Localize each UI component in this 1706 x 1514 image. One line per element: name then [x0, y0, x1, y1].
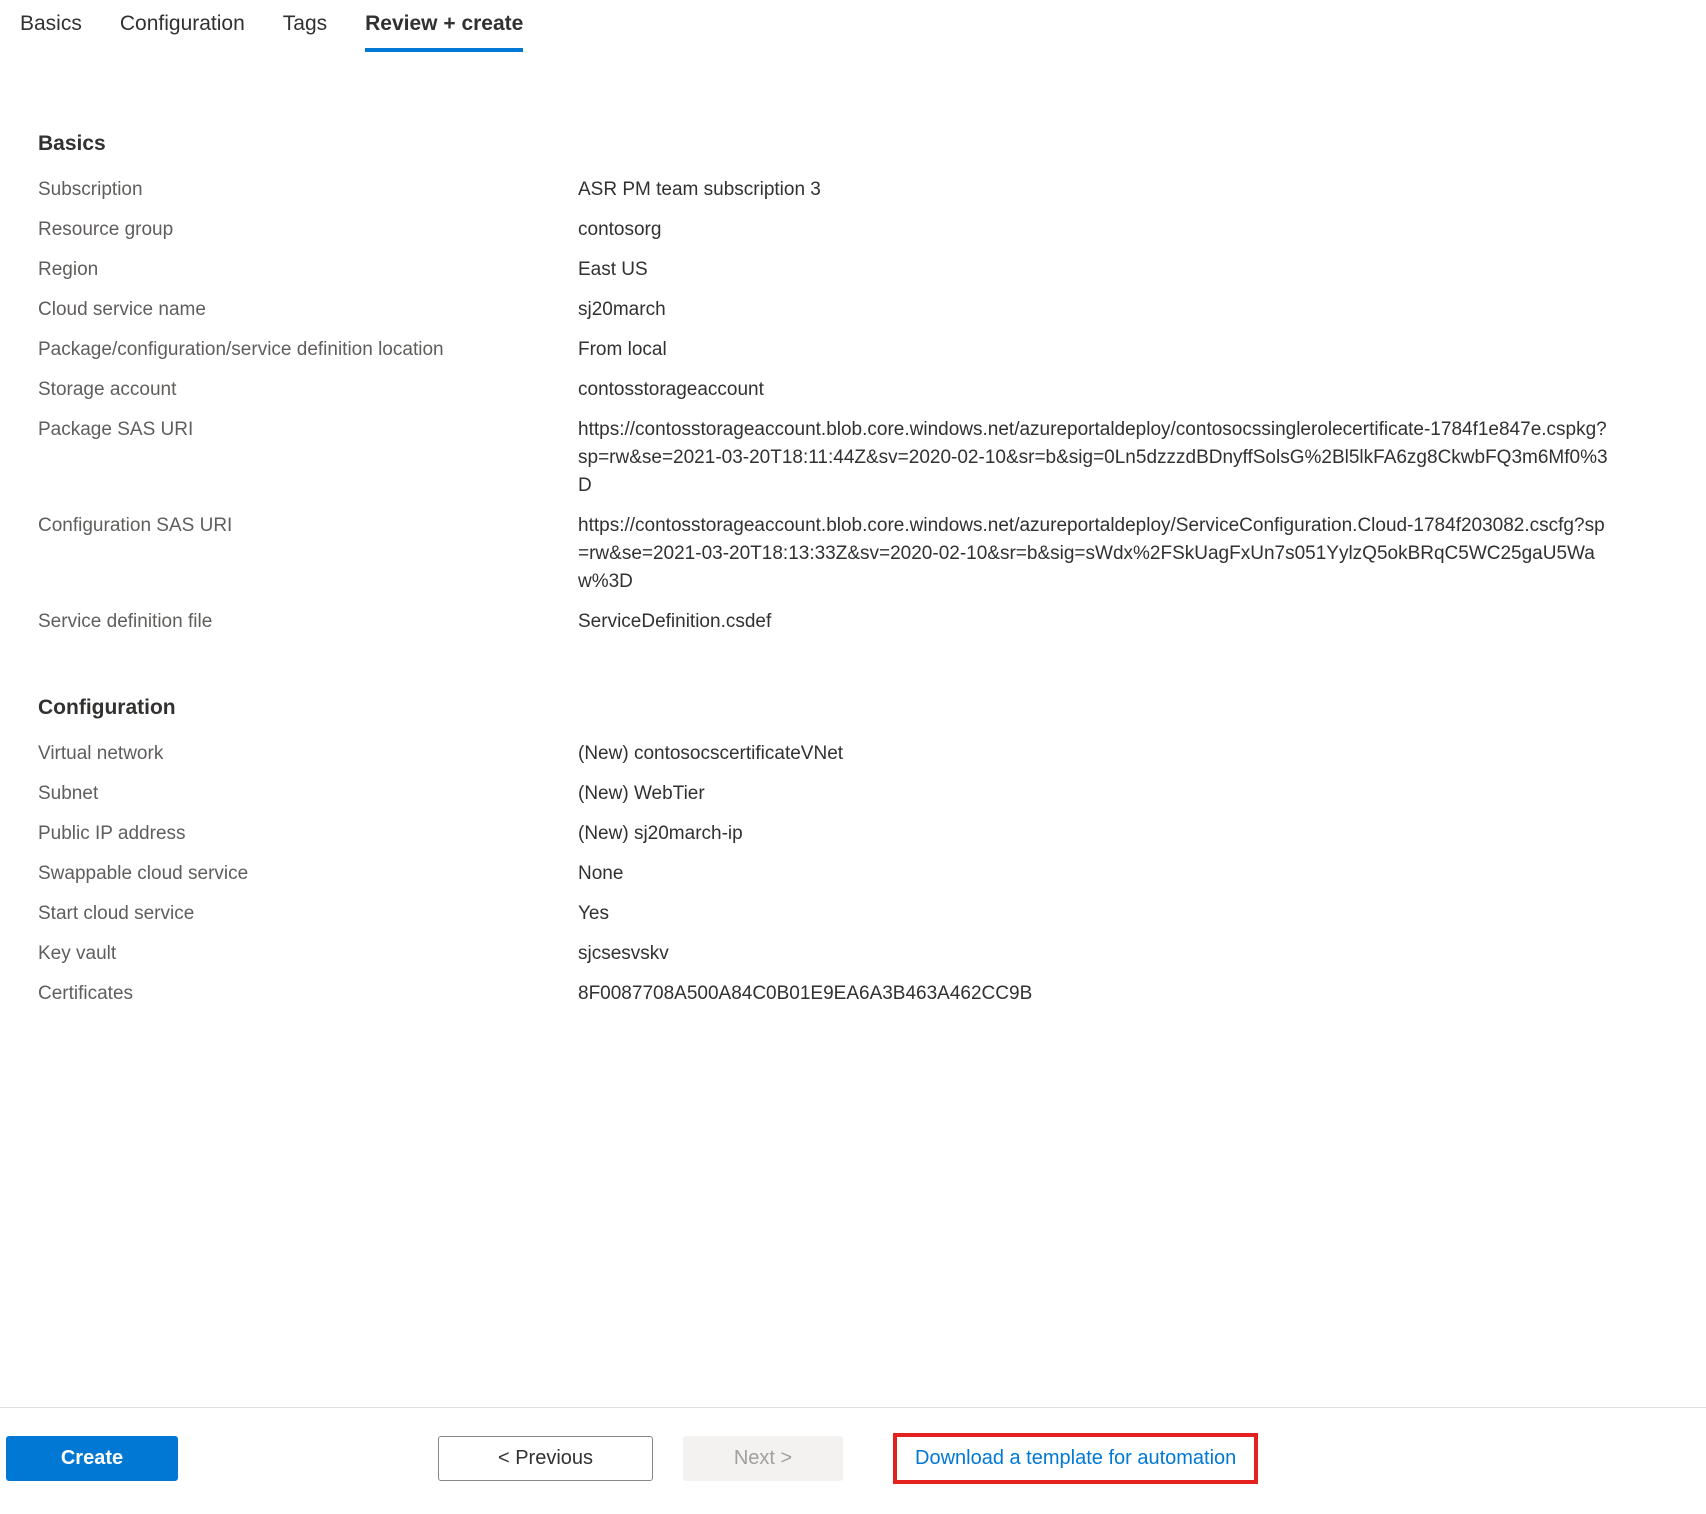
value-key-vault: sjcsesvskv: [578, 940, 1668, 968]
label-resource-group: Resource group: [38, 216, 578, 244]
value-subscription: ASR PM team subscription 3: [578, 176, 1668, 204]
label-key-vault: Key vault: [38, 940, 578, 968]
label-storage-account: Storage account: [38, 376, 578, 404]
footer-bar: Create < Previous Next > Download a temp…: [0, 1407, 1706, 1514]
row-start-service: Start cloud service Yes: [38, 900, 1668, 928]
tab-tags[interactable]: Tags: [283, 12, 327, 52]
row-package-sas-uri: Package SAS URI https://contosstorageacc…: [38, 416, 1668, 500]
value-resource-group: contosorg: [578, 216, 1668, 244]
value-subnet: (New) WebTier: [578, 780, 1668, 808]
value-storage-account: contosstorageaccount: [578, 376, 1668, 404]
label-subnet: Subnet: [38, 780, 578, 808]
label-package-location: Package/configuration/service definition…: [38, 336, 578, 364]
tab-configuration[interactable]: Configuration: [120, 12, 245, 52]
label-swappable: Swappable cloud service: [38, 860, 578, 888]
label-start-service: Start cloud service: [38, 900, 578, 928]
row-virtual-network: Virtual network (New) contosocscertifica…: [38, 740, 1668, 768]
previous-button[interactable]: < Previous: [438, 1436, 653, 1481]
row-key-vault: Key vault sjcsesvskv: [38, 940, 1668, 968]
tab-basics[interactable]: Basics: [20, 12, 82, 52]
label-cloud-service-name: Cloud service name: [38, 296, 578, 324]
value-package-location: From local: [578, 336, 1668, 364]
value-certificates: 8F0087708A500A84C0B01E9EA6A3B463A462CC9B: [578, 980, 1668, 1008]
label-package-sas-uri: Package SAS URI: [38, 416, 578, 444]
row-storage-account: Storage account contosstorageaccount: [38, 376, 1668, 404]
row-resource-group: Resource group contosorg: [38, 216, 1668, 244]
label-certificates: Certificates: [38, 980, 578, 1008]
row-public-ip: Public IP address (New) sj20march-ip: [38, 820, 1668, 848]
row-region: Region East US: [38, 256, 1668, 284]
row-service-definition-file: Service definition file ServiceDefinitio…: [38, 608, 1668, 636]
value-cloud-service-name: sj20march: [578, 296, 1668, 324]
download-template-link[interactable]: Download a template for automation: [893, 1433, 1258, 1484]
label-virtual-network: Virtual network: [38, 740, 578, 768]
value-swappable: None: [578, 860, 1668, 888]
value-public-ip: (New) sj20march-ip: [578, 820, 1668, 848]
section-title-configuration: Configuration: [38, 696, 1668, 720]
value-package-sas-uri: https://contosstorageaccount.blob.core.w…: [578, 416, 1668, 500]
tab-review-create[interactable]: Review + create: [365, 12, 523, 52]
create-button[interactable]: Create: [6, 1436, 178, 1481]
row-package-location: Package/configuration/service definition…: [38, 336, 1668, 364]
content-area: Basics Subscription ASR PM team subscrip…: [0, 52, 1706, 1040]
value-region: East US: [578, 256, 1668, 284]
row-subnet: Subnet (New) WebTier: [38, 780, 1668, 808]
label-service-definition-file: Service definition file: [38, 608, 578, 636]
label-region: Region: [38, 256, 578, 284]
label-public-ip: Public IP address: [38, 820, 578, 848]
row-subscription: Subscription ASR PM team subscription 3: [38, 176, 1668, 204]
value-service-definition-file: ServiceDefinition.csdef: [578, 608, 1668, 636]
value-virtual-network: (New) contosocscertificateVNet: [578, 740, 1668, 768]
section-title-basics: Basics: [38, 132, 1668, 156]
value-config-sas-uri: https://contosstorageaccount.blob.core.w…: [578, 512, 1668, 596]
row-cloud-service-name: Cloud service name sj20march: [38, 296, 1668, 324]
row-certificates: Certificates 8F0087708A500A84C0B01E9EA6A…: [38, 980, 1668, 1008]
label-subscription: Subscription: [38, 176, 578, 204]
row-swappable: Swappable cloud service None: [38, 860, 1668, 888]
label-config-sas-uri: Configuration SAS URI: [38, 512, 578, 540]
value-start-service: Yes: [578, 900, 1668, 928]
next-button: Next >: [683, 1436, 843, 1481]
tabs: Basics Configuration Tags Review + creat…: [0, 0, 1706, 52]
row-config-sas-uri: Configuration SAS URI https://contosstor…: [38, 512, 1668, 596]
